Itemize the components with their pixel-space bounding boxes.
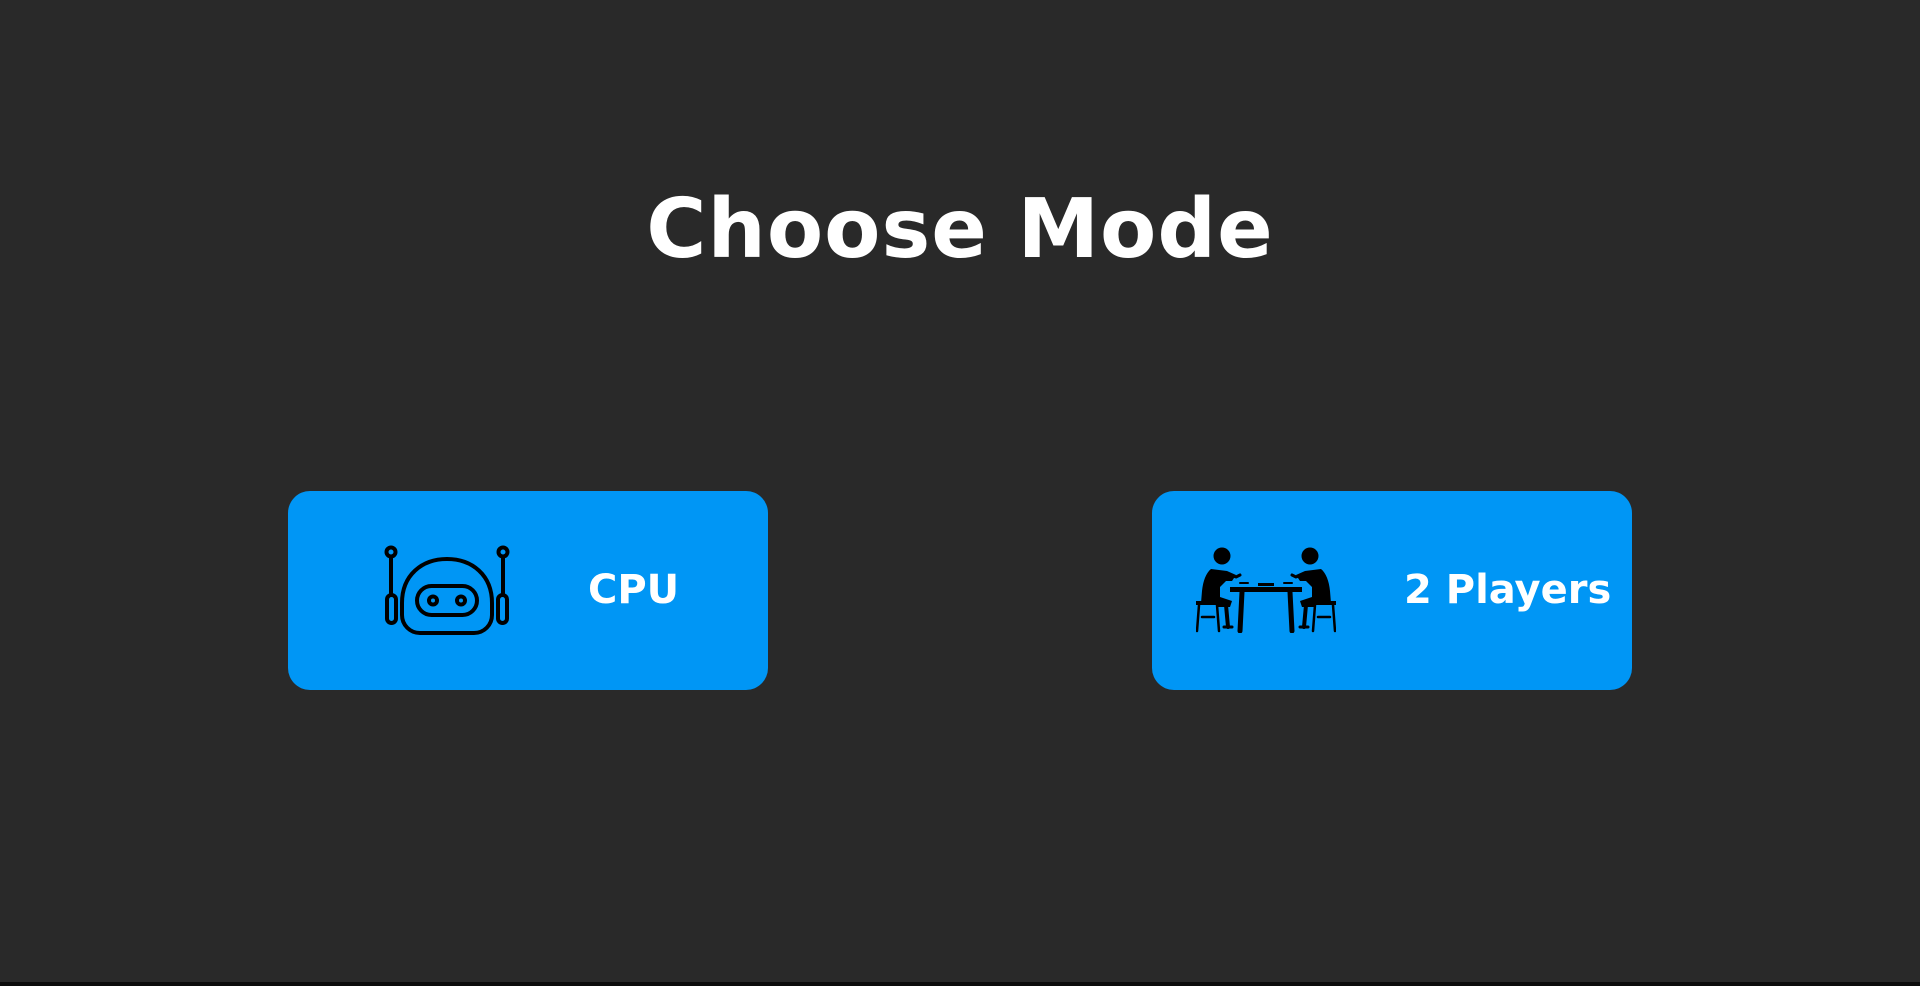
robot-icon xyxy=(384,545,510,635)
two-players-table-icon xyxy=(1196,547,1336,633)
cpu-mode-label: CPU xyxy=(588,567,680,613)
cpu-mode-button[interactable]: CPU xyxy=(288,491,768,690)
two-players-mode-button[interactable]: 2 Players xyxy=(1152,491,1632,690)
mode-select-screen: Choose Mode CPU 2 Players xyxy=(0,0,1920,986)
two-players-mode-label: 2 Players xyxy=(1404,567,1612,613)
page-title: Choose Mode xyxy=(646,182,1274,277)
